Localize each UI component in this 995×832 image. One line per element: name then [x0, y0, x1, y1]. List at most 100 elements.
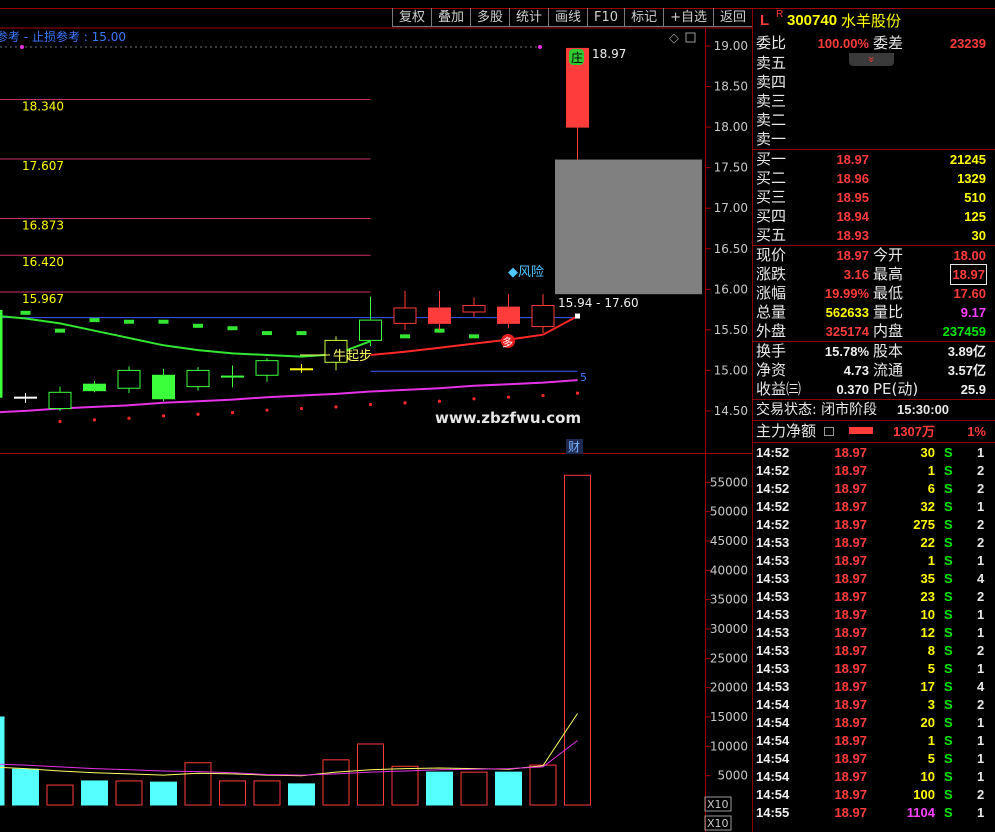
volume-bar[interactable] [0, 716, 5, 806]
toolbar-button[interactable]: 叠加 [430, 8, 470, 27]
stat-label: 股本 [873, 342, 904, 360]
tick-row[interactable]: 14:53 18.97 1 S 1 [753, 552, 995, 570]
tick-row[interactable]: 14:53 18.97 8 S 2 [753, 642, 995, 660]
candle[interactable] [531, 294, 555, 334]
candle[interactable] [221, 365, 244, 388]
signal-dot [161, 414, 166, 418]
ask-row[interactable]: 卖四 [753, 73, 995, 92]
candle-body [221, 375, 244, 378]
candle[interactable] [428, 290, 451, 330]
tick-row[interactable]: 14:53 18.97 5 S 1 [753, 660, 995, 678]
volume-bar[interactable] [288, 783, 315, 806]
tick-volume: 6 [927, 481, 935, 496]
tick-row[interactable]: 14:53 18.97 12 S 1 [753, 624, 995, 642]
candle[interactable] [186, 367, 210, 391]
bid-row[interactable]: 买一 18.97 21245 [753, 150, 995, 169]
tick-time: 14:52 [756, 445, 790, 460]
volume-bar[interactable] [115, 780, 143, 806]
price-tick-label: 14.50 [714, 404, 748, 418]
tick-volume: 1 [927, 463, 935, 478]
tick-row[interactable]: 14:55 18.97 1104 S 1 [753, 804, 995, 822]
toolbar-button[interactable]: 统计 [509, 8, 549, 27]
candle[interactable] [393, 290, 417, 330]
candle-body [255, 360, 279, 376]
cai-badge-label[interactable]: 财 [568, 440, 580, 454]
volume-bar[interactable] [184, 762, 212, 806]
bid-row[interactable]: 买二 18.96 1329 [753, 169, 995, 188]
candle[interactable] [497, 294, 520, 329]
ask-row[interactable]: 卖二 [753, 111, 995, 130]
tick-row[interactable]: 14:52 18.97 275 S 2 [753, 516, 995, 534]
candle[interactable] [152, 368, 175, 402]
tick-row[interactable]: 14:54 18.97 100 S 2 [753, 786, 995, 804]
volume-bar[interactable] [460, 771, 488, 806]
diamond-icon[interactable]: ◇ [669, 31, 679, 46]
ask-row[interactable]: 卖三 [753, 92, 995, 111]
tick-row[interactable]: 14:54 18.97 1 S 1 [753, 732, 995, 750]
volume-bar[interactable] [391, 765, 419, 806]
tick-row[interactable]: 14:52 18.97 32 S 1 [753, 498, 995, 516]
candle[interactable] [290, 363, 313, 373]
volume-bar[interactable] [46, 784, 74, 806]
level-label: 18.340 [22, 100, 64, 114]
tick-row[interactable]: 14:54 18.97 10 S 1 [753, 768, 995, 786]
candle-body [428, 307, 451, 324]
candle[interactable] [14, 393, 37, 403]
candle[interactable] [462, 297, 486, 317]
tick-row[interactable]: 14:53 18.97 17 S 4 [753, 678, 995, 696]
bid-row[interactable]: 买四 18.94 125 [753, 207, 995, 226]
toolbar-button[interactable]: F10 [587, 8, 625, 27]
volume-bar[interactable] [529, 764, 557, 806]
x10-label[interactable]: X10 [707, 798, 729, 811]
main-net-row[interactable]: 主力净额 1307万 1% [753, 421, 995, 442]
x10-label[interactable]: X10 [707, 817, 729, 830]
volume-bar[interactable] [357, 743, 384, 806]
tick-count: 1 [977, 751, 985, 766]
toolbar-button[interactable]: 复权 [391, 8, 431, 27]
tick-list[interactable]: 14:52 18.97 30 S 1 14:52 18.97 1 S 2 14:52 18.97 6 S 2… [753, 444, 995, 822]
candle[interactable] [359, 296, 382, 347]
toolbar-button[interactable]: 多股 [469, 8, 509, 27]
candle[interactable] [48, 386, 72, 411]
candle[interactable] [0, 309, 3, 398]
square-icon[interactable] [685, 32, 696, 43]
tick-row[interactable]: 14:54 18.97 5 S 1 [753, 750, 995, 768]
tick-row[interactable]: 14:54 18.97 20 S 1 [753, 714, 995, 732]
table-icon[interactable] [824, 427, 834, 436]
expand-button[interactable]: » [849, 53, 894, 66]
tick-row[interactable]: 14:52 18.97 30 S 1 [753, 444, 995, 462]
volume-bar[interactable] [253, 780, 281, 806]
volume-bar[interactable] [322, 759, 350, 806]
tick-row[interactable]: 14:52 18.97 6 S 2 [753, 480, 995, 498]
bid-row[interactable]: 买五 18.93 30 [753, 226, 995, 245]
toolbar-button[interactable]: 标记 [624, 8, 664, 27]
volume-bar[interactable] [495, 771, 522, 806]
candle[interactable] [255, 358, 279, 382]
toolbar-button[interactable]: +自选 [663, 8, 713, 27]
tick-row[interactable]: 14:53 18.97 10 S 1 [753, 606, 995, 624]
stats-grid-2: 换手 15.78% 股本 3.89亿 净资 4.73 流通 3.57亿 收益㈢ 0.370 PE(动… [753, 342, 995, 399]
volume-bar[interactable] [81, 780, 108, 806]
volume-bar[interactable] [426, 771, 453, 806]
candle[interactable] [117, 366, 141, 394]
candle[interactable] [83, 380, 106, 393]
tick-row[interactable]: 14:53 18.97 22 S 2 [753, 534, 995, 552]
main-net-bar [849, 427, 873, 434]
tick-row[interactable]: 14:54 18.97 3 S 2 [753, 696, 995, 714]
bid-row[interactable]: 买三 18.95 510 [753, 188, 995, 207]
tick-row[interactable]: 14:53 18.97 23 S 2 [753, 588, 995, 606]
tick-row[interactable]: 14:52 18.97 1 S 2 [753, 462, 995, 480]
stat-label: 量比 [873, 303, 904, 321]
signal-dot [127, 416, 131, 420]
volume-bar[interactable] [564, 474, 591, 806]
candle[interactable] [566, 47, 589, 160]
tick-row[interactable]: 14:53 18.97 35 S 4 [753, 570, 995, 588]
volume-bar[interactable] [12, 768, 39, 806]
volume-bar[interactable] [150, 781, 177, 806]
toolbar-button[interactable]: 返回 [712, 8, 752, 27]
volume-bar[interactable] [219, 780, 246, 806]
trading-state: 交易状态: 闭市阶段 [756, 402, 878, 418]
toolbar-button[interactable]: 画线 [548, 8, 588, 27]
ask-row[interactable]: 卖一 [753, 130, 995, 149]
price-chart[interactable]: 18.340 17.607 16.873 16.420 15.967 19.00 18.5… [0, 0, 752, 832]
